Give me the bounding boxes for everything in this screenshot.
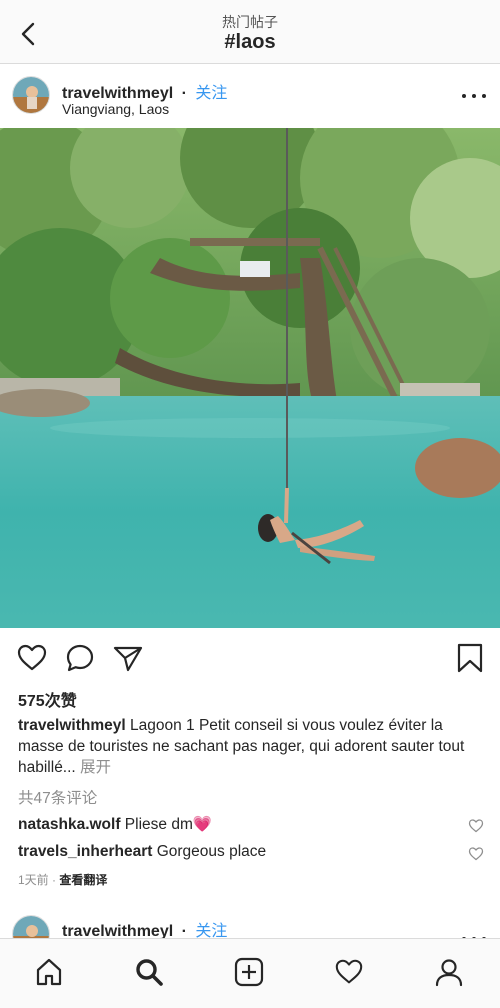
comment-username[interactable]: natashka.wolf xyxy=(18,816,121,833)
bookmark-button[interactable] xyxy=(454,642,486,674)
post-username-row: travelwithmeyl · 关注 xyxy=(62,79,227,103)
post-location[interactable]: Viangviang, Laos xyxy=(62,101,169,117)
post-meta: 1天前 · 查看翻译 xyxy=(18,871,107,888)
comment-text: Gorgeous place xyxy=(152,843,267,860)
comment-button[interactable] xyxy=(64,642,96,674)
avatar[interactable] xyxy=(12,76,50,114)
comment-username[interactable]: travels_inherheart xyxy=(18,843,152,860)
comment-like-button[interactable] xyxy=(468,846,484,862)
tab-profile[interactable] xyxy=(432,955,466,989)
meta-separator: · xyxy=(48,873,60,887)
view-all-comments-link[interactable]: 共47条评论 xyxy=(18,786,97,808)
post-header: travelwithmeyl · 关注 Viangviang, Laos xyxy=(0,64,500,128)
follow-button[interactable]: 关注 xyxy=(195,85,227,102)
add-post-icon xyxy=(234,957,264,987)
tab-activity[interactable] xyxy=(332,955,366,989)
separator-dot: · xyxy=(181,85,187,102)
heart-outline-icon xyxy=(468,847,484,861)
share-button[interactable] xyxy=(112,642,144,674)
comment-like-button[interactable] xyxy=(468,818,484,834)
post-photo[interactable] xyxy=(0,128,500,628)
page-title: #laos xyxy=(224,31,276,53)
tab-home[interactable] xyxy=(32,955,66,989)
share-paper-plane-icon xyxy=(113,646,143,672)
post-caption: travelwithmeyl Lagoon 1 Petit conseil si… xyxy=(18,715,488,778)
tab-search[interactable] xyxy=(132,955,166,989)
nav-subtitle: 热门帖子 xyxy=(222,14,278,30)
heart-outline-icon xyxy=(17,644,47,671)
home-icon xyxy=(36,958,62,986)
more-dot-icon xyxy=(462,94,466,98)
heart-outline-icon xyxy=(468,819,484,833)
like-button[interactable] xyxy=(16,642,48,674)
caption-username[interactable]: travelwithmeyl xyxy=(18,717,126,734)
more-options-button[interactable] xyxy=(462,86,486,106)
tab-new-post[interactable] xyxy=(232,955,266,989)
activity-heart-icon xyxy=(335,959,363,984)
like-count[interactable]: 575次赞 xyxy=(18,687,77,711)
search-icon xyxy=(136,959,163,986)
see-translation-link[interactable]: 查看翻译 xyxy=(59,873,107,887)
bottom-tab-bar xyxy=(0,938,500,1008)
caption-expand-link[interactable]: 展开 xyxy=(76,759,111,776)
post-timestamp: 1天前 xyxy=(18,873,49,887)
comment-text: Pliese dm💗 xyxy=(120,816,213,833)
top-nav-bar: 热门帖子 #laos xyxy=(0,0,500,64)
more-dot-icon xyxy=(482,94,486,98)
comment-item: travels_inherheart Gorgeous place xyxy=(18,843,266,861)
bookmark-icon xyxy=(457,643,483,673)
comment-item: natashka.wolf Pliese dm💗 xyxy=(18,815,212,834)
comment-bubble-icon xyxy=(66,644,94,672)
post-username[interactable]: travelwithmeyl xyxy=(62,85,173,102)
post-actions-bar xyxy=(0,638,500,678)
profile-icon xyxy=(435,959,463,987)
more-dot-icon xyxy=(472,94,476,98)
